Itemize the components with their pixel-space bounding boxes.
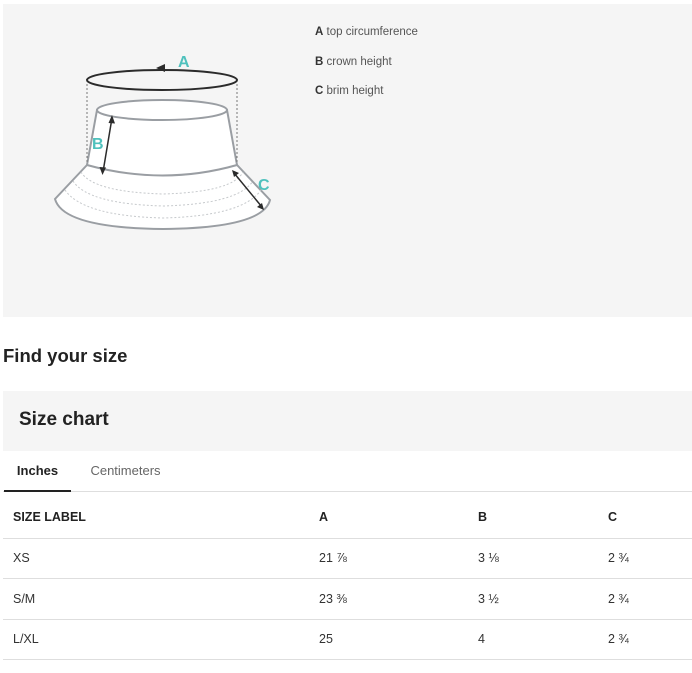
table-row: S/M 23 ⅜ 3 ½ 2 ¾ xyxy=(3,578,692,620)
column-header-a: A xyxy=(319,497,478,539)
legend-item-b: B crown height xyxy=(315,54,418,84)
value-b-cell: 4 xyxy=(478,619,608,660)
value-b-cell: 3 ½ xyxy=(478,578,608,620)
size-table: SIZE LABEL A B C XS 21 ⅞ 3 ⅛ 2 ¾ S/M 23 … xyxy=(3,497,692,660)
value-a-cell: 23 ⅜ xyxy=(319,578,478,620)
size-label-cell: S/M xyxy=(3,578,319,620)
measurement-legend: A top circumference B crown height C bri… xyxy=(315,24,418,113)
value-b-cell: 3 ⅛ xyxy=(478,538,608,579)
size-chart-header: Size chart xyxy=(3,391,692,451)
column-header-size-label: SIZE LABEL xyxy=(3,497,319,539)
hat-measurement-diagram: A B C A top circumference B crown height… xyxy=(3,4,692,317)
unit-tabs: Inches Centimeters xyxy=(3,452,692,492)
label-b: B xyxy=(92,136,104,153)
value-c-cell: 2 ¾ xyxy=(608,578,692,620)
legend-key: C xyxy=(315,85,324,97)
legend-key: A xyxy=(315,26,324,38)
size-chart-title: Size chart xyxy=(19,409,109,430)
legend-item-a: A top circumference xyxy=(315,24,418,54)
table-row: XS 21 ⅞ 3 ⅛ 2 ¾ xyxy=(3,538,692,579)
value-c-cell: 2 ¾ xyxy=(608,538,692,579)
label-c: C xyxy=(258,177,270,194)
size-label-cell: XS xyxy=(3,538,319,579)
label-a: A xyxy=(178,54,190,71)
find-size-heading: Find your size xyxy=(3,345,128,366)
size-label-cell: L/XL xyxy=(3,619,319,660)
legend-key: B xyxy=(315,55,324,68)
legend-item-c: C brim height xyxy=(315,83,418,113)
tab-inches[interactable]: Inches xyxy=(4,452,71,492)
value-a-cell: 25 xyxy=(319,619,478,660)
legend-text: crown height xyxy=(326,55,392,68)
column-header-b: B xyxy=(478,497,608,539)
legend-text: brim height xyxy=(326,85,384,97)
value-a-cell: 21 ⅞ xyxy=(319,538,478,579)
tab-centimeters[interactable]: Centimeters xyxy=(78,452,173,492)
table-row: L/XL 25 4 2 ¾ xyxy=(3,619,692,660)
column-header-c: C xyxy=(608,497,692,539)
table-header-row: SIZE LABEL A B C xyxy=(3,497,692,539)
bucket-hat-illustration: A B C xyxy=(53,54,272,231)
value-c-cell: 2 ¾ xyxy=(608,619,692,660)
legend-text: top circumference xyxy=(326,26,418,38)
